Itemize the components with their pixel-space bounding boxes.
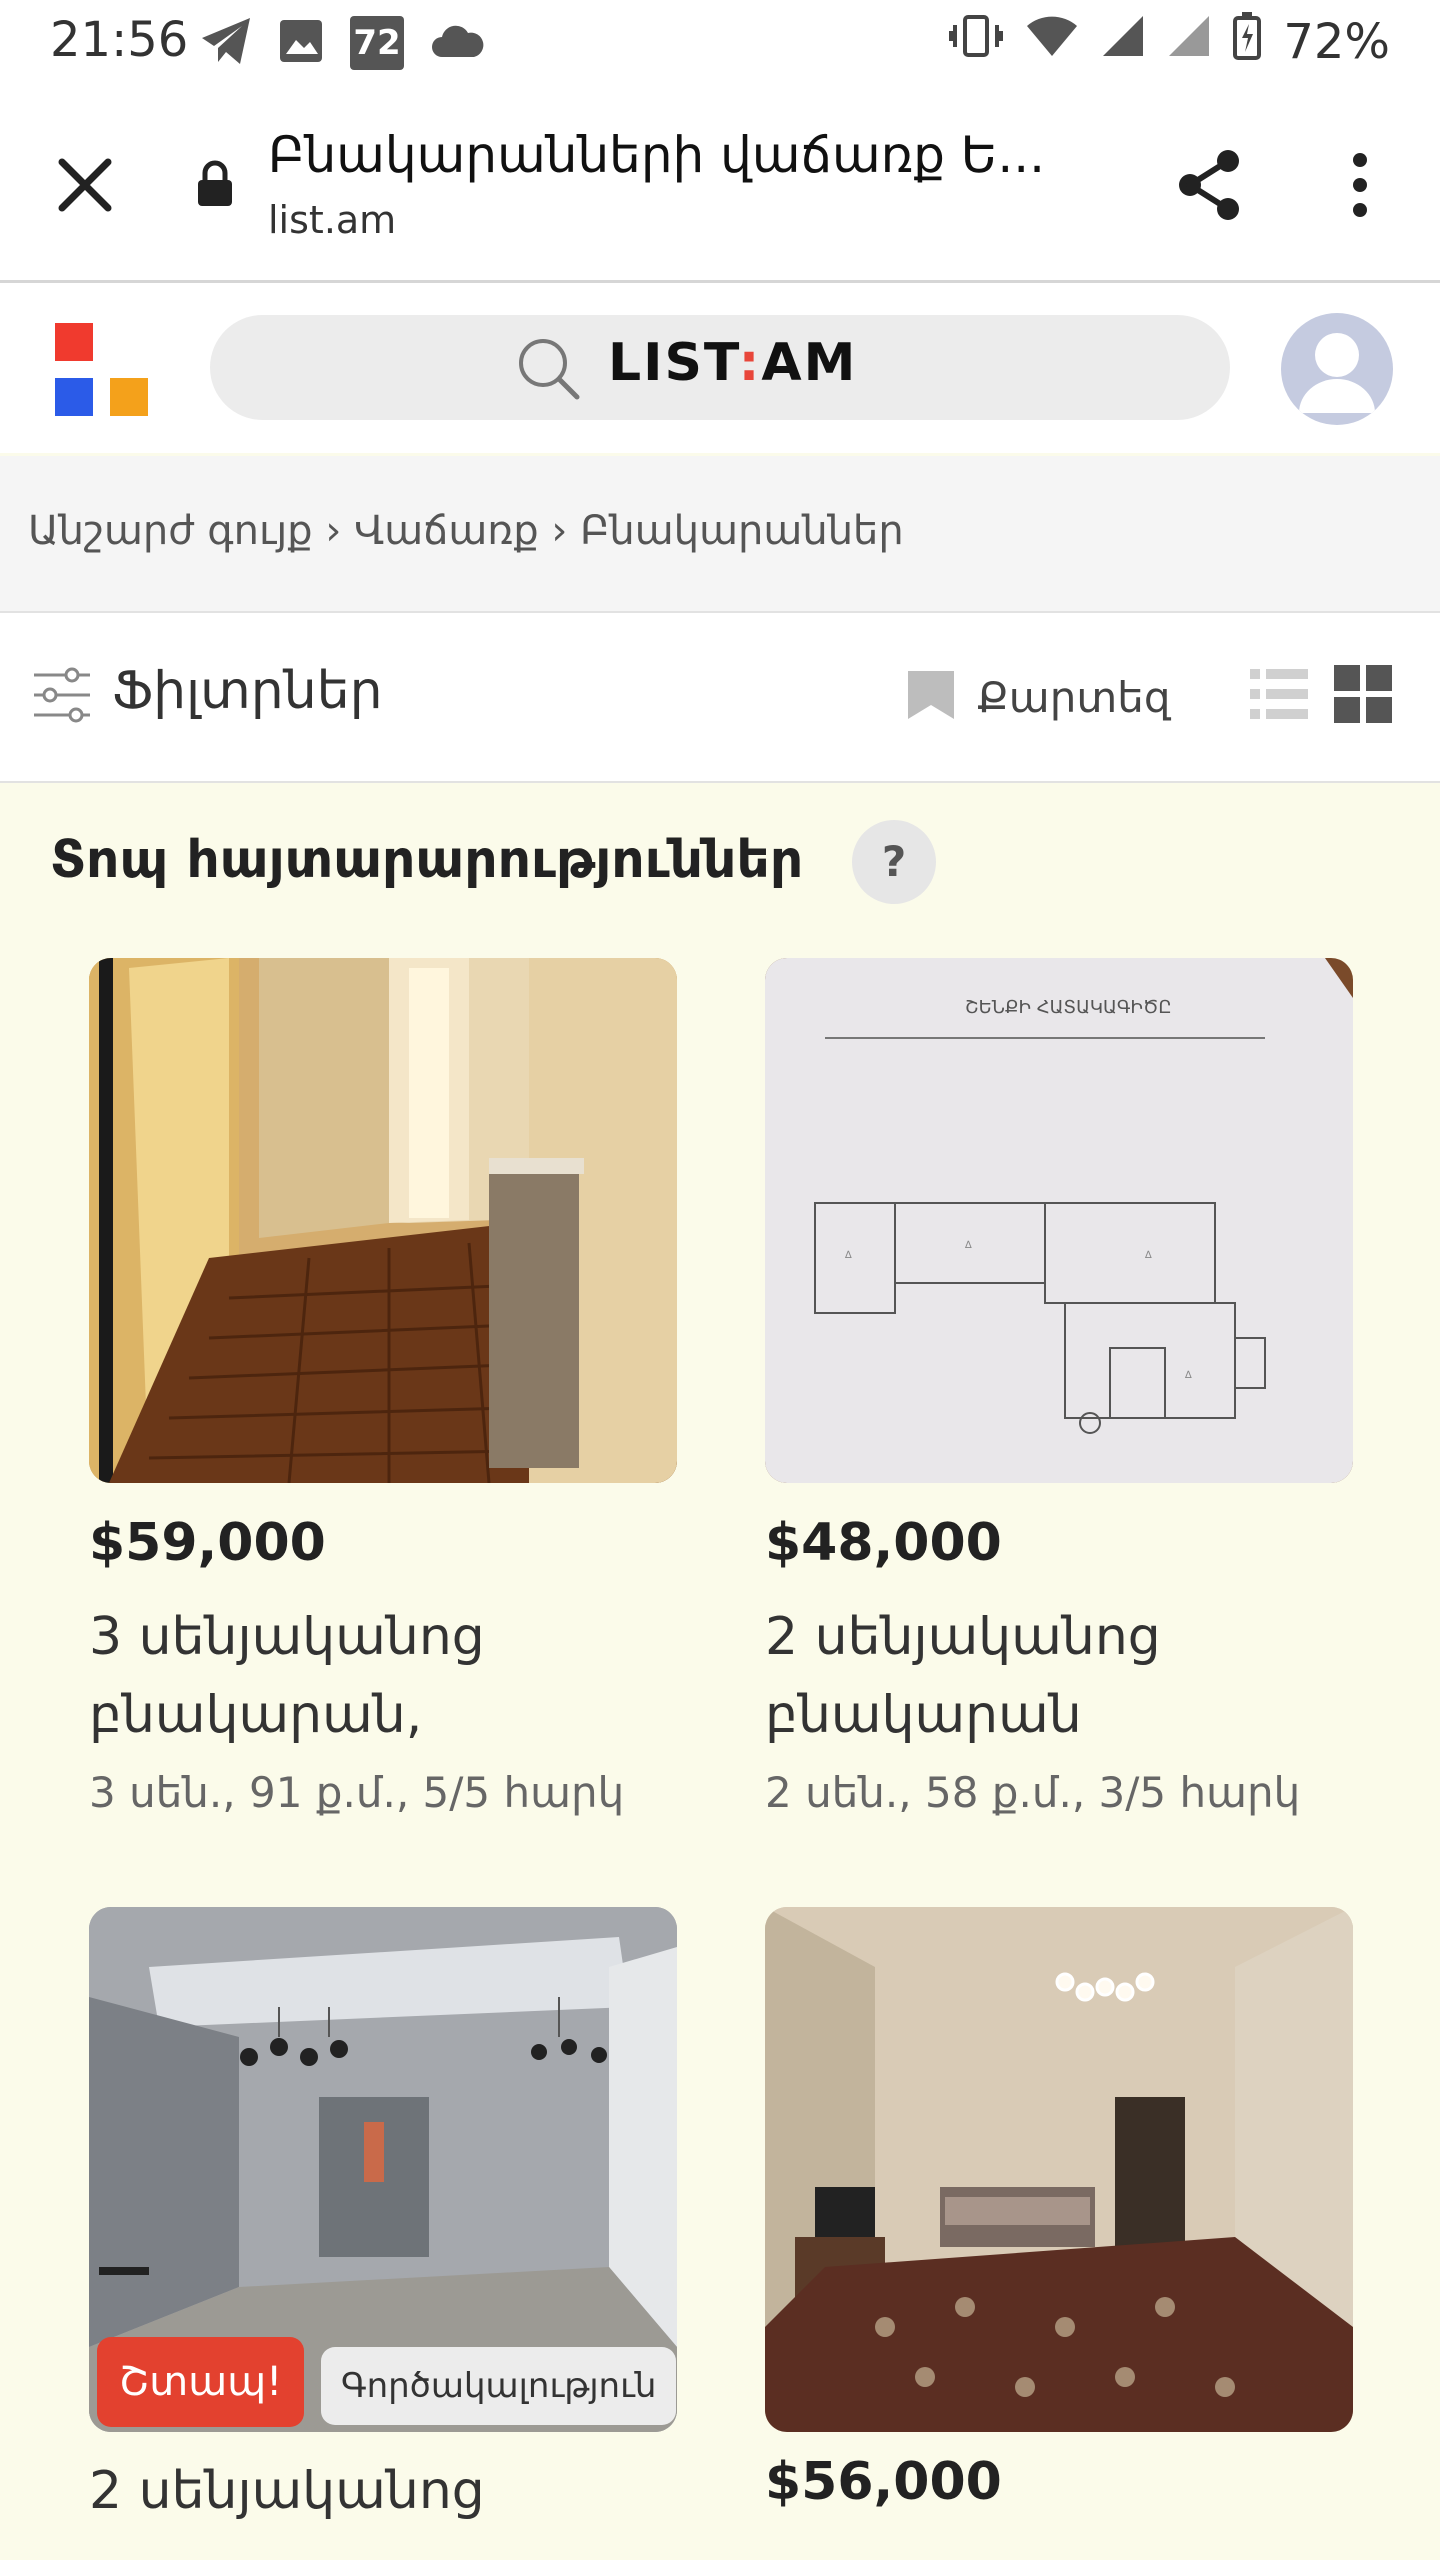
lock-icon [195,160,235,212]
status-bar: 21:56 72 72% [0,0,1440,90]
status-right: 72% [949,12,1390,72]
breadcrumb-separator: › [325,508,342,554]
close-tab-button[interactable] [50,150,120,220]
filters-button[interactable]: Ֆիլտրներ [112,661,383,721]
signal-icon [1101,14,1145,70]
filters-icon[interactable] [32,665,92,729]
notification-icons: 72 [200,16,484,70]
listing-photo[interactable] [765,1907,1353,2432]
site-logo[interactable] [55,323,155,423]
list-view-icon[interactable] [1250,665,1308,727]
map-icon[interactable] [906,665,956,725]
agency-badge: Գործակալություն [321,2347,677,2425]
breadcrumb-item-apartments[interactable]: Բնակարաններ [580,508,904,554]
logo-square-orange [110,378,148,416]
svg-text:∆: ∆ [1184,1370,1192,1381]
telegram-icon [200,16,252,70]
breadcrumb: Անշարժ գույք › Վաճառք › Բնակարաններ [28,508,904,554]
floor-plan-photo: ՇԵՆՔԻ ՀԱՏԱԿԱԳԻԾԸ ∆ ∆ ∆ ∆ [765,958,1353,1483]
share-button[interactable] [1170,145,1250,229]
cloud-icon [430,23,484,63]
hallway-photo [89,958,677,1483]
breadcrumb-item-sale[interactable]: Վաճառք [354,508,539,554]
battery-percent: 72% [1283,14,1390,70]
wifi-icon [1025,14,1079,70]
search-input[interactable]: LIST:AM [210,315,1230,420]
site-header: LIST:AM [0,283,1440,453]
breadcrumb-bar: Անշարժ գույք › Վաճառք › Բնակարաններ [0,456,1440,613]
user-icon [1299,333,1375,413]
page-title[interactable]: Բնակարանների վաճառք Ե... [268,126,1045,184]
living-room-photo [765,1907,1353,2432]
listing-meta: 3 սեն., 91 ք.մ., 5/5 հարկ [89,1768,625,1817]
more-vert-icon [1353,153,1367,217]
vibrate-icon [949,13,1004,71]
search-icon [515,335,583,407]
logo-square-blue [55,378,93,416]
map-button[interactable]: Քարտեզ [977,673,1171,722]
breadcrumb-separator: › [551,508,568,554]
listing-price: $59,000 [89,1513,326,1573]
battery-icon [1233,12,1262,72]
close-icon [58,158,112,212]
listing-photo[interactable]: Շտապ! Գործակալություն [89,1907,677,2432]
logo-square-red [55,323,93,361]
svg-text:∆: ∆ [1144,1250,1152,1261]
listing-price: $56,000 [765,2452,1002,2512]
listing-title[interactable]: 2 սենյականոց բնակարան [765,1598,1353,1754]
help-button[interactable]: ? [852,820,936,904]
listing-meta: 2 սեն., 58 ք.մ., 3/5 հարկ [765,1768,1301,1817]
aqi-72-icon: 72 [350,16,404,70]
listing-toolbar: Ֆիլտրներ Քարտեզ [0,613,1440,783]
image-icon [278,18,324,68]
overflow-menu-button[interactable] [1345,150,1375,224]
urgent-badge: Շտապ! [97,2337,305,2427]
svg-text:∆: ∆ [844,1250,852,1261]
signal-icon [1167,14,1211,70]
search-logo-text: LIST:AM [608,333,858,393]
listing-title[interactable]: 2 սենյականոց [89,2452,677,2530]
section-title: Տոպ հայտարարություններ [50,830,804,890]
listing-title[interactable]: 3 սենյականոց բնակարան, [89,1598,677,1754]
listing-price: $48,000 [765,1513,1002,1573]
listing-photo[interactable] [89,958,677,1483]
browser-toolbar: Բնակարանների վաճառք Ե... list.am [0,90,1440,283]
grid-view-icon[interactable] [1334,665,1392,727]
plan-heading: ՇԵՆՔԻ ՀԱՏԱԿԱԳԻԾԸ [965,997,1172,1018]
status-time: 21:56 [50,12,189,68]
breadcrumb-item-real-estate[interactable]: Անշարժ գույք [28,508,313,554]
page-domain[interactable]: list.am [268,198,396,242]
svg-text:∆: ∆ [964,1240,972,1251]
share-icon [1179,150,1239,220]
avatar[interactable] [1281,313,1393,425]
listing-photo[interactable]: ՇԵՆՔԻ ՀԱՏԱԿԱԳԻԾԸ ∆ ∆ ∆ ∆ [765,958,1353,1483]
